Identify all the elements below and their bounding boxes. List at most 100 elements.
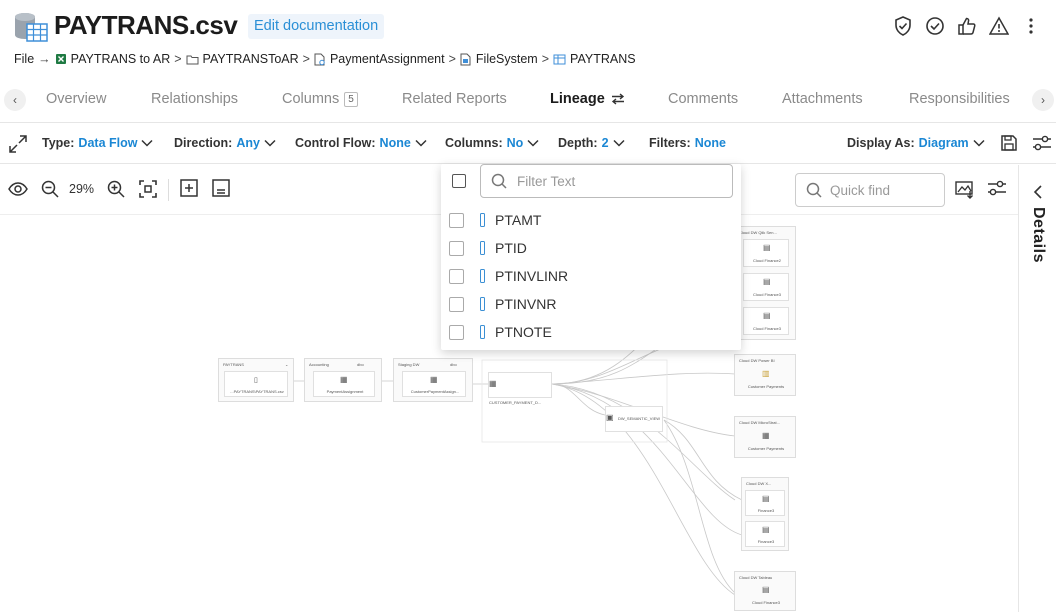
column-checkbox[interactable]: [449, 296, 464, 312]
warning-icon[interactable]: [988, 14, 1010, 38]
node-microstrategy[interactable]: Cloud DW MicroStrat... ▦ Customer Paymen…: [734, 416, 796, 458]
zoom-out-icon[interactable]: [40, 179, 60, 199]
breadcrumb-item[interactable]: FileSystem: [460, 52, 538, 66]
type-filter[interactable]: Type: Data Flow: [42, 136, 153, 150]
columns-filter[interactable]: Columns: No: [445, 136, 539, 150]
node-looker-report[interactable]: ▤ Finance3: [745, 521, 785, 547]
column-option[interactable]: PTID: [449, 237, 729, 259]
tab-bar: ‹ Overview Relationships Columns 5 Relat…: [0, 85, 1056, 123]
quick-find-placeholder: Quick find: [830, 182, 891, 198]
chevron-down-icon: [264, 139, 276, 147]
breadcrumb-item[interactable]: PAYTRANSToAR: [186, 52, 299, 66]
node-qlik[interactable]: Cloud DW Qlik Sen... ▤ Cloud Finance2 ▤ …: [734, 226, 796, 340]
save-icon[interactable]: [1000, 134, 1018, 155]
node-tableau[interactable]: Cloud DW Tableau ▤ Cloud Finance3: [734, 571, 796, 611]
file-icon: ▯: [254, 377, 258, 384]
tab-lineage[interactable]: Lineage: [550, 91, 626, 107]
folder-icon: [186, 55, 199, 64]
edit-documentation-button[interactable]: Edit documentation: [248, 14, 385, 39]
column-option[interactable]: PTAMT: [449, 209, 729, 231]
thumbs-up-icon[interactable]: [956, 14, 978, 38]
column-name: PTINVNR: [495, 296, 557, 312]
report-icon: ▤: [762, 525, 770, 534]
control-flow-filter[interactable]: Control Flow: None: [295, 136, 427, 150]
node-staging[interactable]: Staging DW dbo ▦ CustomerPaymentAssign..…: [393, 358, 473, 402]
column-icon: [480, 241, 485, 255]
node-payment-assignment[interactable]: ▦ PaymentAssignment: [313, 371, 375, 397]
column-name: PTINVLINR: [495, 268, 569, 284]
chevron-left-icon[interactable]: ‹: [4, 89, 26, 111]
node-qlik-report[interactable]: ▤ Cloud Finance3: [743, 307, 789, 335]
node-powerbi[interactable]: Cloud DW Power BI ▥ Customer Payments: [734, 354, 796, 396]
quick-find-input[interactable]: Quick find: [795, 173, 945, 207]
select-all-checkbox[interactable]: [452, 174, 466, 188]
node-customer-payment-assign[interactable]: ▦ CustomerPaymentAssign...: [402, 371, 466, 397]
fit-to-screen-icon[interactable]: [138, 179, 158, 199]
node-qlik-report[interactable]: ▤ Cloud Finance2: [743, 239, 789, 267]
settings-sliders-icon[interactable]: [1032, 134, 1052, 155]
node-looker[interactable]: Cloud DW X... ▤ Finance3 ▤ Finance3: [741, 477, 789, 551]
tab-columns[interactable]: Columns 5: [282, 91, 358, 107]
display-as-filter[interactable]: Display As: Diagram: [847, 136, 985, 150]
chart-icon: ▥: [762, 369, 770, 378]
table-icon: ▦: [340, 375, 348, 384]
view-icon: ▣: [606, 413, 614, 422]
more-vertical-icon[interactable]: [1020, 14, 1042, 38]
database-file-icon: [14, 12, 48, 42]
tab-related-reports[interactable]: Related Reports: [402, 91, 507, 107]
arrow-right-icon: →: [38, 52, 51, 66]
breadcrumb-root[interactable]: File: [14, 52, 34, 66]
node-semantic-view[interactable]: ▣ DW_SEMANTIC_VIEW: [605, 406, 663, 432]
depth-filter[interactable]: Depth: 2: [558, 136, 625, 150]
column-checkbox[interactable]: [449, 268, 464, 284]
node-looker-report[interactable]: ▤ Finance3: [745, 490, 785, 516]
file-system-icon: [460, 53, 471, 65]
tab-relationships[interactable]: Relationships: [151, 91, 238, 107]
table-icon: ▦: [489, 379, 497, 388]
check-circle-icon[interactable]: [924, 14, 946, 38]
expand-icon[interactable]: [8, 134, 28, 157]
breadcrumb: File → PAYTRANS to AR > PAYTRANSToAR > P…: [14, 52, 636, 66]
column-name: PTNOTE: [495, 324, 552, 340]
filter-text-placeholder: Filter Text: [517, 173, 576, 189]
breadcrumb-item[interactable]: PaymentAssignment: [314, 52, 445, 66]
column-option[interactable]: PTINVNR: [449, 293, 729, 315]
column-checkbox[interactable]: [449, 212, 464, 228]
node-accounting[interactable]: Accounting dbo ▦ PaymentAssignment: [304, 358, 382, 402]
zoom-in-icon[interactable]: [106, 179, 126, 199]
chevron-down-icon: [141, 139, 153, 147]
layout-settings-icon[interactable]: [987, 179, 1007, 197]
search-icon: [491, 173, 507, 189]
direction-filter[interactable]: Direction: Any: [174, 136, 276, 150]
column-option[interactable]: PTNOTE: [449, 321, 729, 343]
columns-count-badge: 5: [344, 91, 358, 107]
chevron-down-icon: [415, 139, 427, 147]
details-panel[interactable]: Details: [1018, 165, 1056, 612]
chevron-right-icon[interactable]: ›: [1032, 89, 1054, 111]
node-qlik-report[interactable]: ▤ Cloud Finance3: [743, 273, 789, 301]
export-image-icon[interactable]: [955, 179, 975, 199]
zoom-level: 29%: [69, 182, 95, 196]
tab-overview[interactable]: Overview: [46, 91, 106, 107]
table-icon: ▦: [762, 431, 770, 440]
node-paytrans-file[interactable]: ▯ ...PAYTRANS\PAYTRANS.csv: [224, 371, 288, 397]
filter-text-input[interactable]: Filter Text: [480, 164, 733, 198]
tab-responsibilities[interactable]: Responsibilities: [909, 91, 1010, 107]
tab-comments[interactable]: Comments: [668, 91, 738, 107]
column-checkbox[interactable]: [449, 240, 464, 256]
expand-all-icon[interactable]: [180, 179, 198, 197]
shield-check-icon[interactable]: [892, 14, 914, 38]
filters-filter[interactable]: Filters: None: [649, 136, 726, 150]
column-option[interactable]: PTINVLINR: [449, 265, 729, 287]
breadcrumb-item[interactable]: PAYTRANS: [553, 52, 636, 66]
node-customer-payment[interactable]: ▦ CUSTOMER_PAYMENT_D...: [488, 372, 552, 405]
tab-attachments[interactable]: Attachments: [782, 91, 863, 107]
breadcrumb-item[interactable]: PAYTRANS to AR: [55, 52, 170, 66]
column-icon: [480, 297, 485, 311]
tab-lineage-label: Lineage: [550, 91, 605, 107]
node-paytrans[interactable]: PAYTRANS ⌄ ▯ ...PAYTRANS\PAYTRANS.csv: [218, 358, 294, 402]
column-checkbox[interactable]: [449, 324, 464, 340]
eye-icon[interactable]: [8, 179, 28, 199]
chevron-down-icon[interactable]: ⌄: [285, 362, 288, 367]
collapse-all-icon[interactable]: [212, 179, 230, 197]
